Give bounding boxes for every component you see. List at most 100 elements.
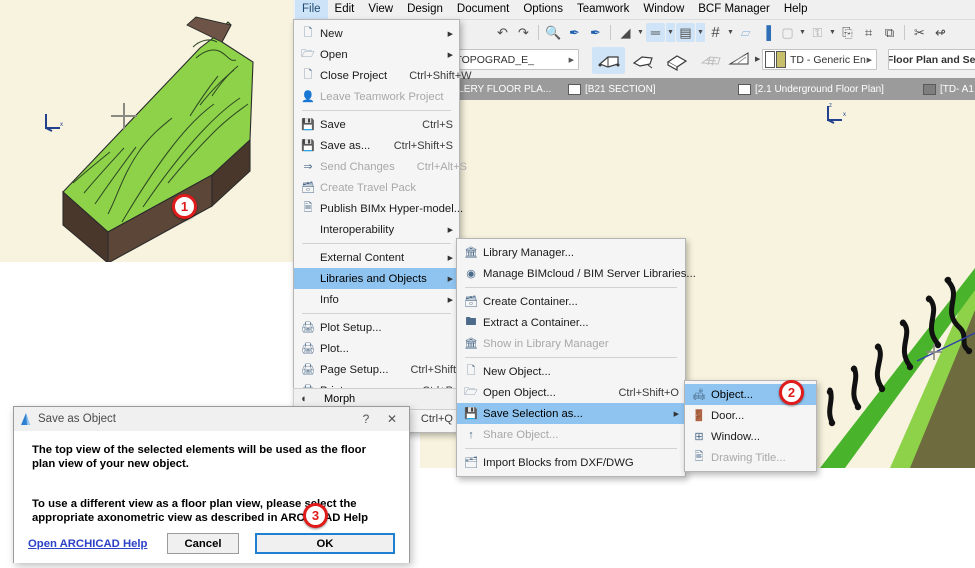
menu-options[interactable]: Options [516, 0, 570, 19]
snap-point-icon[interactable]: ▤ [676, 23, 695, 42]
menu-view[interactable]: View [361, 0, 400, 19]
menu-item-extract-container[interactable]: 🖿 Extract a Container... [457, 312, 685, 333]
menu-item-shortcut: Ctrl+Shift+O [618, 386, 679, 399]
syringe-icon[interactable]: ✒ [586, 23, 605, 42]
menu-item-external-content[interactable]: External Content ▶ [294, 247, 459, 268]
menu-teamwork[interactable]: Teamwork [570, 0, 636, 19]
menu-document[interactable]: Document [450, 0, 516, 19]
menu-item-label: Window... [711, 430, 760, 443]
menu-item-save[interactable]: 💾 Save Ctrl+S [294, 114, 459, 135]
menu-item-window[interactable]: ⊞ Window... [685, 426, 816, 447]
layer-combo-chevron-icon[interactable]: ▶ [569, 56, 574, 64]
menu-item-import-blocks-dxf-dwg[interactable]: 🗂 Import Blocks from DXF/DWG [457, 452, 685, 473]
svg-text:x: x [843, 112, 846, 118]
save-as-object-dialog[interactable]: Save as Object ? ✕ The top view of the s… [13, 406, 410, 563]
menu-item-libraries-and-objects[interactable]: Libraries and Objects ▶ [294, 268, 459, 289]
menu-item-save-as[interactable]: 💾 Save as... Ctrl+Shift+S [294, 135, 459, 156]
open-archicad-help-link[interactable]: Open ARCHICAD Help [28, 538, 147, 550]
dialog-close-icon[interactable]: ✕ [379, 412, 405, 426]
3d-wireframe-view-button[interactable] [592, 47, 625, 74]
object-icon: 🛋 [692, 389, 706, 401]
menu-item-new[interactable]: 🗋 New ▶ [294, 23, 459, 44]
gravity-icon[interactable]: ▱ [736, 23, 755, 42]
lock-chevron-down-icon[interactable]: ▼ [828, 29, 837, 36]
layer-combination-combo[interactable]: Floor Plan and Sectio [888, 49, 975, 70]
libraries-and-objects-submenu[interactable]: 🏛 Library Manager... ◉ Manage BIMcloud /… [456, 238, 696, 477]
fill-pattern-icon[interactable] [728, 50, 752, 68]
magic-wand-icon[interactable]: ↫ [931, 23, 950, 42]
tab-underground-floor-plan[interactable]: [2.1 Underground Floor Plan] [730, 78, 892, 100]
snap-guide-icon[interactable]: ═ [646, 23, 665, 42]
menu-item-plot-setup[interactable]: 🖨 Plot Setup... [294, 317, 459, 338]
scissors-icon[interactable]: ✂ [910, 23, 929, 42]
menu-item-save-selection-as[interactable]: 💾 Save Selection as... ▶ [457, 403, 685, 424]
dialog-title-bar: Save as Object ? ✕ [14, 407, 409, 431]
surface-icon[interactable]: ▢ [778, 23, 797, 42]
3d-mesh-view-button[interactable] [694, 47, 727, 74]
submenu-arrow-icon: ▶ [673, 410, 679, 418]
lock-icon[interactable]: ⚿ [808, 23, 827, 42]
layout-tab-icon [923, 83, 936, 95]
menu-edit[interactable]: Edit [328, 0, 362, 19]
surface-chevron-down-icon[interactable]: ▼ [798, 29, 807, 36]
snap-point-chevron-down-icon[interactable]: ▼ [696, 23, 705, 42]
menu-item-plot[interactable]: 🖨 Plot... [294, 338, 459, 359]
tab-b21-section[interactable]: [B21 SECTION] [560, 78, 664, 100]
menu-window[interactable]: Window [636, 0, 691, 19]
submenu-arrow-icon: ▶ [447, 254, 453, 262]
3d-shaded-view-button[interactable] [660, 47, 693, 74]
menu-item-open[interactable]: 🗁 Open ▶ [294, 44, 459, 65]
viewport-crosshair-cursor [111, 103, 137, 129]
menu-item-label: Save [320, 118, 346, 131]
menu-item-manage-bimcloud-libraries[interactable]: ◉ Manage BIMcloud / BIM Server Libraries… [457, 263, 696, 284]
extract-container-icon: 🖿 [465, 316, 477, 328]
marquee-icon[interactable]: ⧉ [880, 23, 899, 42]
group-icon[interactable]: ⎘ [838, 23, 857, 42]
menu-item-interoperability[interactable]: Interoperability ▶ [294, 219, 459, 240]
menu-bcf-manager[interactable]: BCF Manager [691, 0, 777, 19]
dialog-help-button[interactable]: ? [353, 412, 379, 426]
travel-pack-icon: 🗃 [301, 182, 315, 194]
menu-item-door[interactable]: 🚪 Door... [685, 405, 816, 426]
dimension-icon[interactable]: ⌗ [859, 23, 878, 42]
wall-reference-icon[interactable]: ▐ [757, 23, 776, 42]
material-combo-chevron-icon[interactable]: ▶ [867, 56, 872, 64]
undo-icon[interactable]: ↶ [493, 23, 512, 42]
zoom-select-icon[interactable]: 🔍 [544, 23, 563, 42]
submenu-arrow-icon: ▶ [447, 226, 453, 234]
file-dropdown-menu[interactable]: 🗋 New ▶ 🗁 Open ▶ 🗋 Close Project Ctrl+Sh… [293, 19, 472, 433]
submenu-arrow-icon: ▶ [447, 30, 453, 38]
tab-layout-a1[interactable]: [TD- A1 | L [915, 78, 975, 100]
tab-label: [TD- A1 | L [940, 83, 975, 95]
menu-item-info[interactable]: Info ▶ [294, 289, 459, 310]
3d-hidden-line-view-button[interactable] [626, 47, 659, 74]
grid-snap-icon[interactable]: # [706, 23, 725, 42]
grid-snap-chevron-down-icon[interactable]: ▼ [726, 29, 735, 36]
fill-pattern-chevron-icon[interactable]: ▶ [755, 55, 760, 63]
cancel-button[interactable]: Cancel [167, 533, 239, 554]
measure-angle-icon[interactable]: ◢ [616, 23, 635, 42]
menu-item-open-object[interactable]: 🗁 Open Object... Ctrl+Shift+O [457, 382, 685, 403]
menu-item-drawing-title: 🖹 Drawing Title... [685, 447, 816, 468]
menu-item-library-manager[interactable]: 🏛 Library Manager... [457, 242, 685, 263]
axis-origin-marker-right: z x [827, 103, 846, 124]
redo-icon[interactable]: ↷ [514, 23, 533, 42]
tab-label: [2.1 Underground Floor Plan] [755, 83, 884, 95]
menu-file[interactable]: File [295, 0, 328, 19]
menu-item-label: Share Object... [483, 428, 559, 441]
material-combo[interactable]: TD - Generic En... ▶ [762, 49, 877, 70]
measure-angle-chevron-down-icon[interactable]: ▼ [636, 29, 645, 36]
menu-item-show-in-library-manager: 🏛 Show in Library Manager [457, 333, 685, 354]
menu-item-page-setup[interactable]: 🖨 Page Setup... Ctrl+Shift+P [294, 359, 470, 380]
eyedropper-icon[interactable]: ✒ [565, 23, 584, 42]
menu-item-create-container[interactable]: 🗃 Create Container... [457, 291, 685, 312]
ok-button[interactable]: OK [255, 533, 395, 554]
menu-design[interactable]: Design [400, 0, 450, 19]
menu-item-new-object[interactable]: 🗋 New Object... [457, 361, 685, 382]
tab-label: [B21 SECTION] [585, 83, 656, 95]
open-folder-icon: 🗁 [301, 48, 315, 60]
menu-item-publish-bimx[interactable]: 🗎 Publish BIMx Hyper-model... [294, 198, 464, 219]
menu-item-close-project[interactable]: 🗋 Close Project Ctrl+Shift+W [294, 65, 472, 86]
snap-guide-chevron-down-icon[interactable]: ▼ [666, 23, 675, 42]
menu-help[interactable]: Help [777, 0, 815, 19]
